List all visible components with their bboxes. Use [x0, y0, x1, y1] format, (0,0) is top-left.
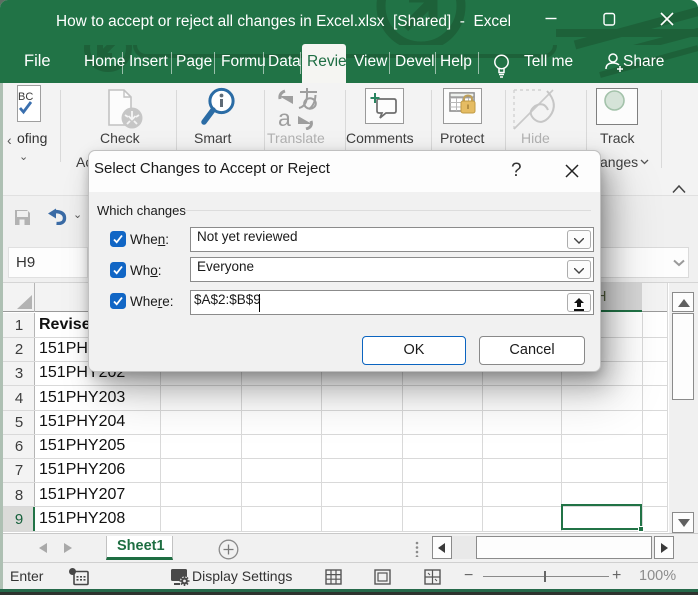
svg-text:a: a	[278, 105, 291, 130]
